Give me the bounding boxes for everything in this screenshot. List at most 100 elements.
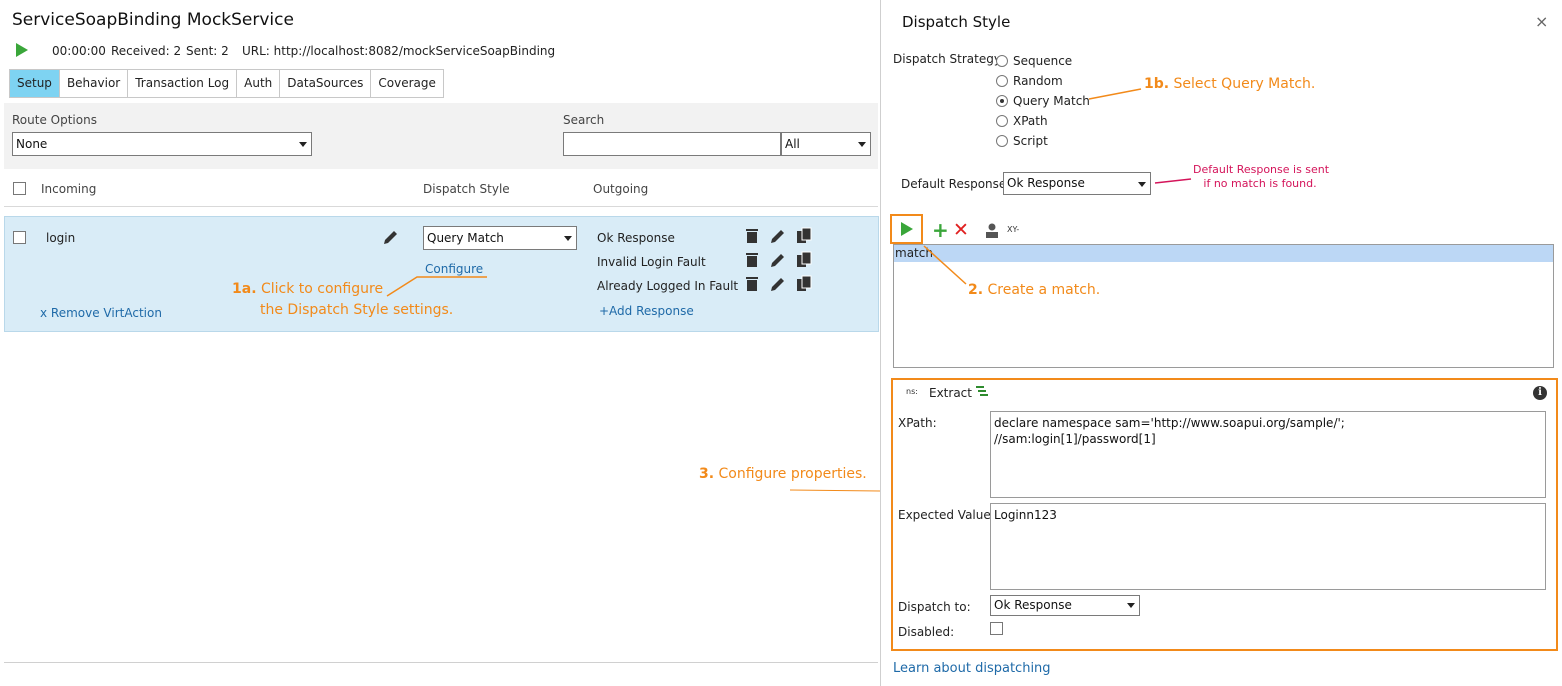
column-dispatch-style: Dispatch Style xyxy=(423,182,510,196)
default-response-select[interactable]: Ok Response xyxy=(1003,172,1151,195)
annotation-pointer xyxy=(386,276,487,297)
add-response-link[interactable]: +Add Response xyxy=(599,304,694,318)
expected-value-textarea[interactable]: Loginn123 xyxy=(990,503,1546,590)
chevron-down-icon xyxy=(564,236,572,241)
radio-script[interactable] xyxy=(996,135,1008,147)
annotation-text: Create a match. xyxy=(987,282,1101,298)
dispatch-to-select[interactable]: Ok Response xyxy=(990,595,1140,616)
note-line: Default Response is sent xyxy=(1193,163,1330,176)
annotation-text: Configure properties. xyxy=(718,466,867,482)
expected-value-label: Expected Value: xyxy=(898,508,995,522)
xpath-textarea[interactable]: declare namespace sam='http://www.soapui… xyxy=(990,411,1546,498)
run-icon[interactable] xyxy=(901,222,913,236)
tab-coverage[interactable]: Coverage xyxy=(371,70,443,97)
extract-icon[interactable] xyxy=(975,385,989,398)
search-filter-select[interactable]: All xyxy=(781,132,871,156)
virtaction-name: login xyxy=(46,231,76,245)
service-url: URL: http://localhost:8082/mockServiceSo… xyxy=(242,44,556,58)
tab-setup[interactable]: Setup xyxy=(10,70,60,97)
column-incoming: Incoming xyxy=(41,182,97,196)
annotation-pointer xyxy=(1088,88,1142,100)
annotation-number: 2. xyxy=(968,282,984,298)
annotation-3: 3. Configure properties. xyxy=(699,466,867,482)
remove-virtaction-link[interactable]: x Remove VirtAction xyxy=(40,306,162,320)
annotation-pointer xyxy=(923,245,967,285)
learn-dispatching-link[interactable]: Learn about dispatching xyxy=(893,661,1051,676)
chevron-down-icon xyxy=(299,142,307,147)
bottom-divider xyxy=(4,662,878,663)
radio-label: Query Match xyxy=(1013,94,1090,108)
dispatch-style-select[interactable]: Query Match xyxy=(423,226,577,250)
annotation-1a: 1a. Click to configure xyxy=(232,281,383,297)
delete-icon[interactable] xyxy=(744,252,760,268)
tab-bar: Setup Behavior Transaction Log Auth Data… xyxy=(9,69,444,98)
tab-auth[interactable]: Auth xyxy=(237,70,281,97)
response-item: Ok Response xyxy=(597,231,675,245)
select-all-checkbox[interactable] xyxy=(13,182,26,195)
default-response-label: Default Response: xyxy=(901,177,1011,191)
info-icon[interactable]: i xyxy=(1533,386,1547,400)
delete-icon[interactable] xyxy=(744,228,760,244)
default-response-note: Default Response is sent if no match is … xyxy=(1193,163,1330,191)
annotation-1b: 1b. Select Query Match. xyxy=(1144,76,1315,92)
tab-behavior[interactable]: Behavior xyxy=(59,70,129,97)
dispatch-style-panel: Dispatch Style × Dispatch Strategy: Sequ… xyxy=(881,0,1562,686)
annotation-2: 2. Create a match. xyxy=(968,282,1100,298)
row-checkbox[interactable] xyxy=(13,231,26,244)
dispatch-strategy-label: Dispatch Strategy: xyxy=(893,52,1005,66)
route-options-select[interactable]: None xyxy=(12,132,312,156)
search-label: Search xyxy=(563,113,605,127)
annotation-text: Click to configure xyxy=(260,281,384,297)
copy-icon[interactable] xyxy=(796,251,813,268)
chevron-down-icon xyxy=(1138,182,1146,187)
tab-datasources[interactable]: DataSources xyxy=(280,70,372,97)
match-list[interactable]: match xyxy=(893,244,1554,368)
tab-transaction-log[interactable]: Transaction Log xyxy=(128,70,238,97)
annotation-number: 3. xyxy=(699,466,715,482)
route-options-value: None xyxy=(16,137,48,151)
dispatch-to-label: Dispatch to: xyxy=(898,600,971,614)
response-item: Already Logged In Fault xyxy=(597,279,739,293)
route-options-label: Route Options xyxy=(12,113,97,127)
copy-icon[interactable] xyxy=(796,227,813,244)
annotation-text: Select Query Match. xyxy=(1173,76,1316,92)
search-filter-value: All xyxy=(785,137,800,151)
radio-label: Script xyxy=(1013,134,1048,148)
annotation-pointer xyxy=(1154,178,1192,184)
dispatch-to-value: Ok Response xyxy=(994,598,1072,612)
annotation-pointer xyxy=(790,489,880,492)
copy-icon[interactable] xyxy=(796,275,813,292)
radio-sequence[interactable] xyxy=(996,55,1008,67)
edit-icon[interactable] xyxy=(770,252,786,268)
run-time: 00:00:00 xyxy=(52,44,106,58)
header-divider xyxy=(4,206,878,207)
search-input[interactable] xyxy=(563,132,781,156)
column-outgoing: Outgoing xyxy=(593,182,649,196)
delete-icon[interactable] xyxy=(744,276,760,292)
radio-label: Random xyxy=(1013,74,1063,88)
edit-icon[interactable] xyxy=(382,228,400,246)
start-icon[interactable] xyxy=(16,43,28,57)
radio-query-match[interactable] xyxy=(996,95,1008,107)
annotation-1a-line2: the Dispatch Style settings. xyxy=(260,302,454,318)
dispatch-panel-title: Dispatch Style xyxy=(902,13,1011,31)
disabled-checkbox[interactable] xyxy=(990,622,1003,635)
extract-label: Extract xyxy=(929,386,972,400)
user-icon[interactable] xyxy=(985,222,999,238)
mock-service-panel: ServiceSoapBinding MockService 00:00:00 … xyxy=(0,0,880,686)
xpath-label: XPath: xyxy=(898,416,937,430)
radio-random[interactable] xyxy=(996,75,1008,87)
edit-icon[interactable] xyxy=(770,228,786,244)
add-icon[interactable]: + xyxy=(932,220,949,240)
response-item: Invalid Login Fault xyxy=(597,255,706,269)
sent-count: Sent: 2 xyxy=(186,44,229,58)
edit-icon[interactable] xyxy=(770,276,786,292)
close-icon[interactable]: × xyxy=(1535,12,1548,31)
status-bar: 00:00:00 Received: 2 Sent: 2 URL: http:/… xyxy=(14,42,555,60)
radio-xpath[interactable] xyxy=(996,115,1008,127)
xy-icon[interactable]: XY- xyxy=(1007,225,1019,234)
chevron-down-icon xyxy=(1127,603,1135,608)
ns-button[interactable]: ns: xyxy=(906,387,918,396)
list-item[interactable]: match xyxy=(894,245,1553,262)
delete-icon[interactable]: ✕ xyxy=(953,220,969,240)
